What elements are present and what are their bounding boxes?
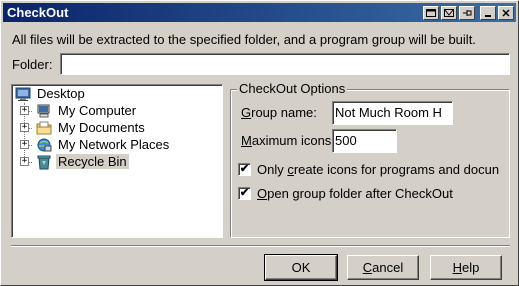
folder-input[interactable] (60, 53, 510, 75)
recycle-bin-icon (37, 155, 51, 169)
tree-item-recycle-bin[interactable]: + Recycle Bin (20, 153, 129, 170)
tree-item-label: Recycle Bin (56, 154, 129, 169)
tree-item-my-network-places[interactable]: + My Network Places (20, 136, 171, 153)
checkout-options-title: CheckOut Options (237, 81, 348, 96)
group-name-input[interactable]: Not Much Room H (332, 101, 453, 125)
tree-item-label: My Network Places (58, 137, 170, 152)
open-group-folder-checkbox[interactable]: ✔ (238, 187, 251, 200)
tree-item-label: Desktop (37, 86, 85, 101)
expand-plus-icon[interactable]: + (20, 123, 29, 132)
close-icon[interactable] (498, 5, 514, 20)
pin-icon[interactable] (459, 5, 475, 20)
expand-plus-icon[interactable]: + (20, 140, 29, 149)
maximum-icons-input[interactable]: 500 (332, 129, 397, 153)
only-create-icons-label[interactable]: Only create icons for programs and docun (257, 162, 506, 177)
tree-item-label: My Documents (58, 120, 145, 135)
folder-tree[interactable]: Desktop + My Computer + My Documents + M… (11, 84, 223, 238)
computer-icon (37, 104, 50, 117)
folder-label: Folder: (12, 57, 53, 72)
maximum-icons-label: Maximum icons (241, 133, 332, 148)
expand-plus-icon[interactable]: + (20, 106, 29, 115)
help-icon[interactable] (441, 5, 457, 20)
ok-button[interactable]: OK (264, 254, 338, 281)
intro-text: All files will be extracted to the speci… (12, 32, 476, 47)
expand-plus-icon[interactable]: + (20, 157, 29, 166)
title-bar[interactable]: CheckOut (3, 3, 516, 22)
cancel-button[interactable]: Cancel (347, 255, 419, 280)
restore-icon[interactable] (423, 5, 439, 20)
group-name-label: Group name: (241, 105, 317, 120)
window-title: CheckOut (7, 5, 69, 20)
desktop-icon (15, 87, 31, 101)
separator (11, 245, 510, 247)
tree-item-desktop[interactable]: Desktop (15, 85, 87, 102)
only-create-icons-checkbox[interactable]: ✔ (238, 163, 251, 176)
documents-folder-icon (36, 121, 52, 134)
help-button[interactable]: Help (430, 255, 502, 280)
checkout-dialog: CheckOut All files will be extracted to … (0, 0, 519, 286)
tree-item-my-computer[interactable]: + My Computer (20, 102, 138, 119)
network-icon (37, 138, 52, 151)
tree-item-my-documents[interactable]: + My Documents (20, 119, 147, 136)
tree-item-label: My Computer (58, 103, 137, 118)
open-group-folder-label[interactable]: Open group folder after CheckOut (257, 186, 453, 201)
minimize-icon[interactable] (480, 5, 496, 20)
